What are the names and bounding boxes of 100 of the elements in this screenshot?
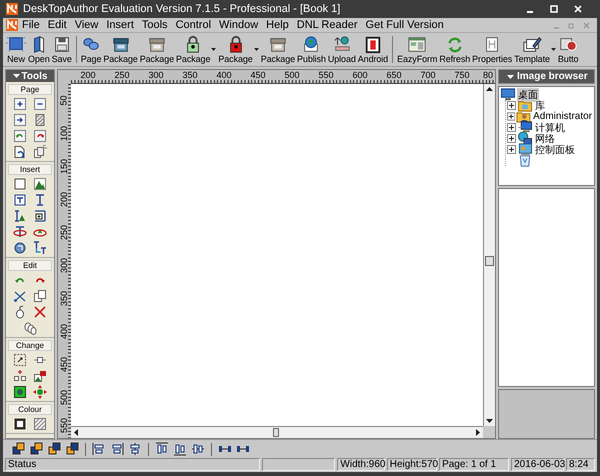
bin-icon[interactable]: [517, 153, 533, 168]
toolbar-button[interactable]: Butto: [556, 34, 580, 65]
layer-front-icon[interactable]: [11, 442, 25, 456]
toolbar-button[interactable]: Upload: [326, 34, 357, 65]
mouse-stack-icon[interactable]: [23, 321, 37, 335]
text-arrow-icon[interactable]: [33, 241, 47, 255]
toolbar-button[interactable]: Package: [260, 34, 296, 65]
move-arrows-icon[interactable]: [33, 385, 47, 399]
expand-icon[interactable]: [507, 112, 516, 121]
menu-item[interactable]: Control: [172, 19, 216, 31]
ruler-label: 500: [283, 70, 301, 82]
toolbar-button[interactable]: Package: [102, 34, 139, 65]
align-top-icon[interactable]: [155, 442, 169, 456]
menu-item[interactable]: File: [18, 19, 44, 31]
align-bottom-icon[interactable]: [173, 442, 187, 456]
menu-item[interactable]: Tools: [138, 19, 172, 31]
plus-text-icon[interactable]: [33, 209, 47, 223]
delete-icon[interactable]: [33, 305, 47, 319]
undo-box-icon[interactable]: [13, 129, 27, 143]
caret-icon[interactable]: [12, 74, 20, 78]
tree-item[interactable]: 库: [534, 98, 546, 112]
scroll-thumb[interactable]: [485, 256, 494, 266]
resize-icon[interactable]: [13, 353, 27, 367]
tree-item[interactable]: 计算机: [534, 120, 566, 134]
ruler-label: 450: [249, 70, 267, 82]
align-left-icon[interactable]: [92, 442, 106, 456]
toolbar-button[interactable]: Package: [138, 34, 176, 65]
pages-icon[interactable]: [33, 145, 47, 159]
ruler-label: 600: [351, 70, 369, 82]
ruler-label: 100: [60, 126, 69, 142]
layer-backward-icon[interactable]: [47, 442, 61, 456]
copy-icon[interactable]: [33, 289, 47, 303]
status-field: Height:570: [386, 458, 438, 471]
toolbar-button[interactable]: Page: [80, 34, 102, 65]
toolbar-button[interactable]: Package: [175, 34, 218, 65]
horizontal-scrollbar[interactable]: [71, 426, 483, 438]
image-text-icon[interactable]: [13, 209, 27, 223]
toolbar-button[interactable]: Package: [217, 34, 260, 65]
boxes-icon[interactable]: [13, 369, 27, 383]
tree-item[interactable]: Administrator: [532, 111, 593, 122]
expand-icon[interactable]: [507, 145, 516, 154]
tree-item[interactable]: 控制面板: [534, 142, 576, 156]
app-logo-icon: [6, 3, 18, 15]
ruler-label: 150: [60, 158, 69, 174]
box-icon: [110, 35, 131, 54]
expand-icon[interactable]: [507, 123, 516, 132]
menu-item[interactable]: View: [70, 19, 102, 31]
menu-item[interactable]: Edit: [44, 19, 71, 31]
hatched-page-icon[interactable]: [33, 113, 47, 127]
section-label: Change: [8, 340, 52, 351]
filled-square-icon[interactable]: [13, 385, 27, 399]
toolbar-button[interactable]: EazyForm: [396, 34, 438, 65]
maximize-icon[interactable]: [550, 5, 558, 13]
status-field: Width:960: [337, 458, 385, 471]
toolbar-button[interactable]: Publish: [296, 34, 327, 65]
menu-item[interactable]: Get Full Version: [362, 19, 448, 31]
toolbar-button[interactable]: Properties: [471, 34, 514, 65]
rotate-text-icon[interactable]: [13, 225, 27, 239]
scroll-thumb[interactable]: [272, 428, 279, 437]
plus-icon[interactable]: [13, 97, 27, 111]
menu-item[interactable]: Window: [215, 19, 262, 31]
ruler-label: 300: [60, 258, 69, 274]
page-arrow-icon[interactable]: [13, 145, 27, 159]
ruler-label: 350: [181, 70, 199, 82]
menu-item[interactable]: Insert: [102, 19, 138, 31]
square-icon[interactable]: [13, 177, 27, 191]
expand-icon[interactable]: [507, 101, 516, 110]
align-right-icon[interactable]: [110, 442, 124, 456]
hatched-square-icon[interactable]: [33, 417, 47, 431]
tree-item[interactable]: 桌面: [517, 88, 539, 102]
toolbar-button[interactable]: Android: [356, 34, 390, 65]
mouse-icon[interactable]: [13, 305, 27, 319]
align-middle-icon[interactable]: [191, 442, 205, 456]
tree-item[interactable]: 网络: [534, 132, 556, 146]
image-icon[interactable]: [33, 177, 47, 191]
vertical-scrollbar[interactable]: [483, 84, 495, 426]
status-field: 2016-06-03: [511, 458, 564, 471]
toolbar-button[interactable]: Open: [27, 34, 51, 65]
expand-icon[interactable]: [507, 134, 516, 143]
layer-back-icon[interactable]: [65, 442, 79, 456]
text-box-icon[interactable]: [13, 193, 27, 207]
caret-icon[interactable]: [507, 74, 514, 78]
minus-icon[interactable]: [33, 97, 47, 111]
ruler-label: 80: [482, 70, 494, 82]
layer-forward-icon[interactable]: [29, 442, 43, 456]
image-stack-icon[interactable]: [33, 369, 47, 383]
ruler-label: 250: [60, 224, 69, 240]
text-cursor-icon[interactable]: [33, 193, 47, 207]
menu-item[interactable]: DNL Reader: [292, 19, 362, 31]
redo-box-icon[interactable]: [33, 129, 47, 143]
toolbar-button[interactable]: Template: [513, 34, 557, 65]
menu-item[interactable]: Help: [262, 19, 293, 31]
toolbar-button[interactable]: Refresh: [438, 34, 472, 65]
border-square-icon[interactable]: [13, 417, 27, 431]
toolbar-button[interactable]: Save: [50, 34, 73, 65]
ruler-label: 500: [60, 390, 69, 406]
toolbar-button[interactable]: New: [5, 34, 27, 65]
scissors-icon[interactable]: [13, 289, 27, 303]
align-center-icon[interactable]: [128, 442, 142, 456]
box-icon: [146, 35, 167, 54]
